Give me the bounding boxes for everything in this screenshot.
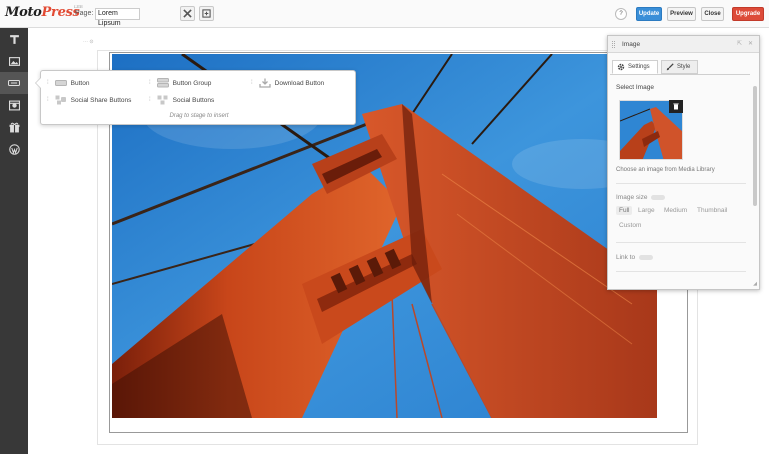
brush-icon: [666, 63, 674, 71]
sidebar-item-buttons[interactable]: [0, 72, 28, 94]
insert-item-social-share-buttons[interactable]: ⁞ Social Share Buttons: [47, 93, 131, 107]
panel-title: Image: [622, 41, 641, 48]
size-option-medium[interactable]: Medium: [661, 206, 690, 215]
choose-image-hint: Choose an image from Media Library: [616, 167, 715, 173]
resize-handle-icon[interactable]: ◢: [753, 281, 757, 287]
insert-hint: Drag to stage to insert: [169, 113, 229, 119]
media-icon: [8, 100, 20, 110]
size-option-thumbnail[interactable]: Thumbnail: [694, 206, 730, 215]
duplicate-button[interactable]: [199, 6, 214, 21]
widget-sidebar: [0, 28, 28, 454]
drag-grip-icon[interactable]: [612, 41, 615, 48]
trash-icon: [673, 103, 679, 110]
drag-handle-icon: ⁞: [47, 80, 49, 86]
tab-label: Style: [677, 64, 691, 70]
insert-item-label: Button Group: [172, 79, 212, 87]
gear-icon: [617, 63, 625, 71]
wordpress-icon: [8, 143, 20, 155]
social-share-icon: [55, 95, 66, 105]
sidebar-item-text[interactable]: [0, 28, 28, 50]
top-toolbar: MotoPress LITE Page: Lorem Lipsum ? Updat…: [0, 0, 769, 28]
panel-body: Select Image Choose an image from Media …: [610, 74, 750, 286]
divider: [616, 271, 746, 272]
size-option-custom[interactable]: Custom: [616, 221, 644, 230]
image-icon: [8, 56, 20, 66]
gift-icon: [9, 122, 19, 132]
help-toggle-icon[interactable]: [651, 195, 666, 200]
insert-widget-popup: ⁞ Button ⁞ Button Group ⁞ Download Butto…: [35, 70, 356, 125]
insert-item-label: Button: [70, 79, 90, 87]
insert-item-button-group[interactable]: ⁞ Button Group: [149, 76, 211, 90]
panel-scrollbar[interactable]: [753, 86, 757, 206]
image-size-label: Image size: [616, 194, 666, 201]
insert-item-label: Download Button: [274, 79, 325, 87]
button-group-icon: [156, 78, 169, 88]
page-label: Page:: [75, 10, 94, 17]
tab-style[interactable]: Style: [661, 60, 698, 74]
drag-handle-icon: ⁞: [47, 97, 49, 103]
sidebar-item-media[interactable]: [0, 94, 28, 116]
button-icon: [8, 80, 20, 86]
download-icon: [259, 78, 271, 88]
upgrade-button[interactable]: Upgrade: [732, 7, 764, 21]
drag-handle-icon: ⁞: [149, 80, 151, 86]
preview-button[interactable]: Preview: [667, 7, 696, 21]
tab-settings[interactable]: Settings: [612, 60, 658, 74]
size-option-large[interactable]: Large: [635, 206, 658, 215]
close-icon: [183, 9, 192, 18]
link-to-label: Link to: [616, 254, 654, 261]
motopress-logo: MotoPress LITE: [5, 4, 83, 20]
insert-item-download-button[interactable]: ⁞ Download Button: [251, 76, 324, 90]
duplicate-icon: [202, 9, 211, 18]
sidebar-item-image[interactable]: [0, 50, 28, 72]
divider: [616, 183, 746, 184]
select-image-label: Select Image: [616, 84, 654, 91]
drag-handle-icon: ⁞: [149, 97, 151, 103]
update-button[interactable]: Update: [636, 7, 662, 21]
help-button[interactable]: ?: [615, 8, 627, 20]
close-button[interactable]: Close: [701, 7, 724, 21]
button-icon: [54, 80, 67, 86]
size-option-full[interactable]: Full: [616, 206, 633, 215]
insert-item-label: Social Buttons: [172, 96, 215, 104]
social-buttons-icon: [157, 95, 168, 105]
text-icon: [9, 34, 19, 44]
insert-item-social-buttons[interactable]: ⁞ Social Buttons: [149, 93, 214, 107]
drag-handle-icon: ⁞: [251, 80, 253, 86]
tab-label: Settings: [628, 64, 650, 70]
page-select[interactable]: Lorem Lipsum: [95, 8, 140, 27]
close-icon[interactable]: ✕: [748, 40, 753, 47]
image-settings-panel: Image ⇱ ✕ Settings Style Select Image Ch…: [607, 35, 760, 290]
delete-button[interactable]: [180, 6, 195, 21]
remove-image-button[interactable]: [669, 100, 683, 113]
sidebar-item-wordpress[interactable]: [0, 138, 28, 160]
panel-header[interactable]: Image ⇱ ✕: [608, 36, 759, 53]
sidebar-item-gift[interactable]: [0, 116, 28, 138]
divider: [616, 242, 746, 243]
row-handle[interactable]: ⋯ ⊙: [83, 39, 94, 45]
insert-item-button[interactable]: ⁞ Button: [47, 76, 89, 90]
help-toggle-icon[interactable]: [639, 255, 654, 260]
pin-icon[interactable]: ⇱: [737, 40, 742, 47]
insert-item-label: Social Share Buttons: [70, 96, 132, 104]
